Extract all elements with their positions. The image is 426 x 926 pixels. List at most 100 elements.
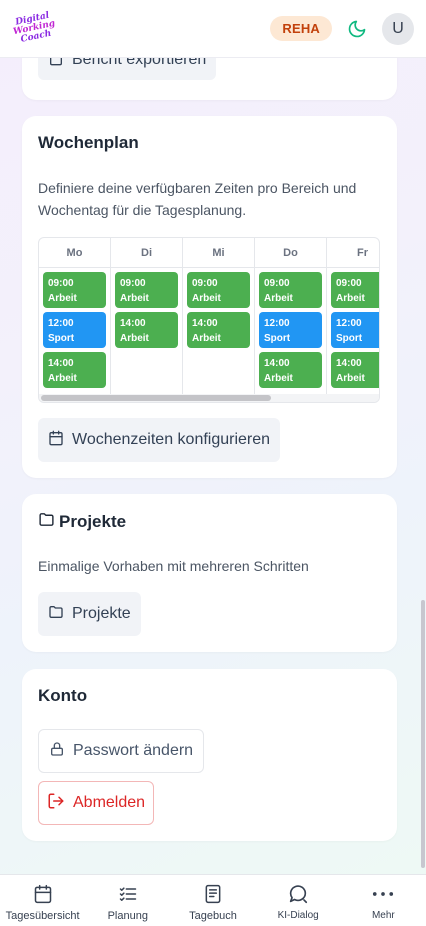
slot-label: Sport <box>336 333 363 344</box>
nav-item-tagebuch[interactable]: Tagebuch <box>170 883 255 922</box>
slot-time: 12:00 <box>264 318 290 329</box>
logout-button[interactable]: Abmelden <box>38 781 155 825</box>
slot-label: Arbeit <box>192 293 221 304</box>
slot-time: 14:00 <box>264 358 290 369</box>
slot-time: 14:00 <box>120 318 146 329</box>
day-column: Di 09:00 Arbeit 14:00 Arbeit <box>111 238 183 402</box>
projects-button-label: Projekte <box>72 605 131 622</box>
checklist-icon <box>117 883 139 905</box>
slot-time: 12:00 <box>336 318 362 329</box>
moon-icon[interactable] <box>346 18 368 40</box>
time-slot[interactable]: 12:00 Sport <box>259 312 322 348</box>
book-icon <box>202 883 224 905</box>
chat-icon <box>287 883 309 905</box>
time-slot[interactable]: 14:00 Arbeit <box>331 352 379 388</box>
configure-weektimes-button[interactable]: Wochenzeiten konfigurieren <box>38 418 281 462</box>
logout-label: Abmelden <box>73 794 146 811</box>
export-report-button[interactable]: Bericht exportieren <box>38 58 217 80</box>
time-slot[interactable]: 09:00 Arbeit <box>187 272 250 308</box>
time-slot[interactable]: 09:00 Arbeit <box>43 272 106 308</box>
slot-label: Arbeit <box>48 373 77 384</box>
day-header: Mi <box>183 238 254 268</box>
export-report-label: Bericht exportieren <box>72 58 207 68</box>
slot-time: 09:00 <box>192 278 218 289</box>
day-header: Di <box>111 238 182 268</box>
slot-label: Sport <box>264 333 291 344</box>
slot-time: 14:00 <box>48 358 74 369</box>
calendar-icon <box>32 883 54 905</box>
week-columns: Mo 09:00 Arbeit 12:00 Sport 14:00 Arbeit Di 09:0… <box>39 238 379 402</box>
projects-title-label: Projekte <box>59 512 127 531</box>
folder-icon <box>48 604 64 625</box>
app-logo[interactable]: Digital Working Coach <box>12 9 56 49</box>
change-password-label: Passwort ändern <box>73 742 194 759</box>
reha-badge[interactable]: REHA <box>270 16 332 41</box>
slot-time: 14:00 <box>336 358 362 369</box>
day-slots: 09:00 Arbeit 14:00 Arbeit <box>183 268 254 348</box>
weekplan-title: Wochenplan <box>38 133 139 152</box>
slot-label: Arbeit <box>264 373 293 384</box>
main-content: Bericht exportieren Wochenplan Definiere… <box>0 58 426 874</box>
calendar-icon <box>48 430 64 451</box>
day-column: Mi 09:00 Arbeit 14:00 Arbeit <box>183 238 255 402</box>
weekplan-card: Wochenplan Definiere deine verfügbaren Z… <box>22 116 397 478</box>
account-title: Konto <box>38 686 88 705</box>
slot-time: 09:00 <box>120 278 146 289</box>
day-column: Fr 09:00 Arbeit 12:00 Sport 14:00 Arbeit <box>327 238 379 402</box>
slot-label: Arbeit <box>336 373 365 384</box>
header-actions: REHA U <box>270 12 414 45</box>
projects-card: Projekte Einmalige Vorhaben mit mehreren… <box>22 494 397 652</box>
time-slot[interactable]: 12:00 Sport <box>43 312 106 348</box>
slot-label: Arbeit <box>192 333 221 344</box>
day-slots: 09:00 Arbeit 14:00 Arbeit <box>111 268 182 348</box>
time-slot[interactable]: 09:00 Arbeit <box>259 272 322 308</box>
configure-weektimes-label: Wochenzeiten konfigurieren <box>72 431 271 448</box>
time-slot[interactable]: 09:00 Arbeit <box>115 272 178 308</box>
nav-item-mehr[interactable]: Mehr <box>341 883 426 921</box>
nav-item-planung[interactable]: Planung <box>85 883 170 922</box>
time-slot[interactable]: 14:00 Arbeit <box>43 352 106 388</box>
report-card: Bericht exportieren <box>22 58 397 100</box>
logout-icon <box>47 792 65 815</box>
week-scrollbar[interactable] <box>39 394 379 402</box>
nav-item-tagesuebersicht[interactable]: Tagesübersicht <box>0 883 85 922</box>
app-header: Digital Working Coach REHA U <box>0 0 426 58</box>
slot-time: 14:00 <box>192 318 218 329</box>
slot-label: Arbeit <box>48 293 77 304</box>
slot-label: Arbeit <box>120 293 149 304</box>
day-slots: 09:00 Arbeit 12:00 Sport 14:00 Arbeit <box>327 268 379 388</box>
logo-text: Digital Working Coach <box>10 11 57 46</box>
time-slot[interactable]: 14:00 Arbeit <box>115 312 178 348</box>
avatar[interactable]: U <box>382 12 414 45</box>
time-slot[interactable]: 14:00 Arbeit <box>259 352 322 388</box>
folder-icon <box>38 511 55 533</box>
day-column: Do 09:00 Arbeit 12:00 Sport 14:00 Arbeit <box>255 238 327 402</box>
day-header: Fr <box>327 238 379 268</box>
week-scrollbar-thumb[interactable] <box>41 395 271 401</box>
nav-item-ki-dialog[interactable]: KI-Dialog <box>256 883 341 921</box>
day-header: Mo <box>39 238 110 268</box>
projects-title: Projekte <box>38 511 126 533</box>
projects-button[interactable]: Projekte <box>38 592 141 636</box>
week-grid[interactable]: Mo 09:00 Arbeit 12:00 Sport 14:00 Arbeit Di 09:0… <box>38 237 380 403</box>
page-scrollbar-thumb[interactable] <box>421 600 425 868</box>
file-icon <box>48 58 64 71</box>
time-slot[interactable]: 12:00 Sport <box>331 312 379 348</box>
slot-label: Arbeit <box>264 293 293 304</box>
slot-label: Sport <box>48 333 75 344</box>
lock-icon <box>49 741 65 762</box>
account-card: Konto Passwort ändern Abmelden <box>22 669 397 841</box>
slot-label: Arbeit <box>120 333 149 344</box>
change-password-button[interactable]: Passwort ändern <box>38 729 205 773</box>
slot-time: 09:00 <box>48 278 74 289</box>
nav-label-mehr: Mehr <box>371 910 395 921</box>
nav-label-ki-dialog: KI-Dialog <box>277 910 319 921</box>
day-slots: 09:00 Arbeit 12:00 Sport 14:00 Arbeit <box>255 268 326 388</box>
time-slot[interactable]: 09:00 Arbeit <box>331 272 379 308</box>
nav-label-tagesuebersicht: Tagesübersicht <box>5 910 80 922</box>
day-header: Do <box>255 238 326 268</box>
weekplan-description: Definiere deine verfügbaren Zeiten pro B… <box>38 180 357 218</box>
time-slot[interactable]: 14:00 Arbeit <box>187 312 250 348</box>
bottom-navigation: Tagesübersicht Planung Tagebuch KI-Dialo… <box>0 874 426 926</box>
day-slots: 09:00 Arbeit 12:00 Sport 14:00 Arbeit <box>39 268 110 388</box>
